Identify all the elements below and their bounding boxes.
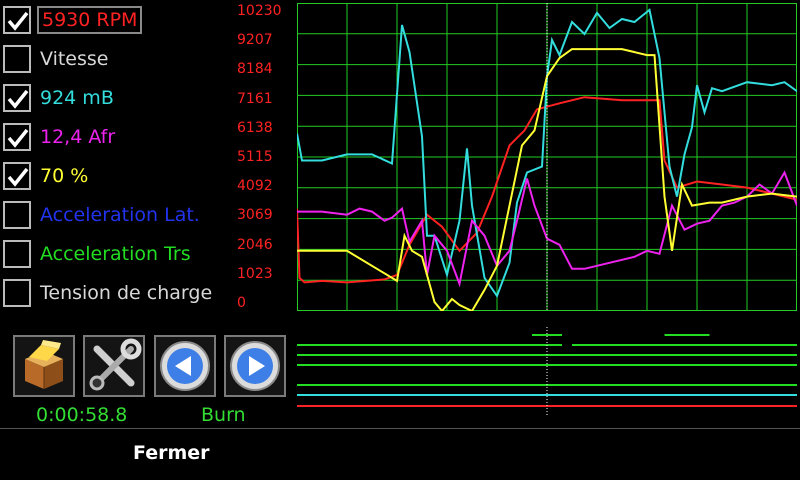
channel-row-pressure[interactable]: 924 mB bbox=[3, 82, 233, 114]
y-tick: 9207 bbox=[237, 32, 273, 49]
pressure-label: 924 mB bbox=[40, 87, 114, 109]
y-tick: 6138 bbox=[237, 119, 273, 136]
channel-row-afr[interactable]: 12,4 Afr bbox=[3, 121, 233, 153]
y-tick: 3069 bbox=[237, 207, 273, 224]
throttle-checkbox[interactable] bbox=[3, 162, 31, 190]
package-button[interactable] bbox=[13, 335, 75, 397]
channel-row-accel-lat[interactable]: Acceleration Lat. bbox=[3, 199, 233, 231]
y-tick: 10230 bbox=[237, 3, 282, 19]
close-label: Fermer bbox=[133, 442, 210, 464]
y-tick: 8184 bbox=[237, 61, 273, 78]
accel-lat-checkbox[interactable] bbox=[3, 201, 31, 229]
afr-checkbox[interactable] bbox=[3, 123, 31, 151]
y-tick: 4092 bbox=[237, 178, 273, 195]
data-chart[interactable] bbox=[297, 3, 797, 311]
elapsed-time: 0:00:58.8 bbox=[36, 404, 128, 426]
channel-row-accel-trs[interactable]: Acceleration Trs bbox=[3, 238, 233, 270]
package-icon bbox=[25, 340, 63, 389]
y-tick: 7161 bbox=[237, 90, 273, 107]
tension-label: Tension de charge bbox=[40, 282, 213, 304]
accel-trs-label: Acceleration Trs bbox=[40, 243, 191, 265]
overview-tracks[interactable] bbox=[297, 327, 797, 417]
accel-lat-label: Acceleration Lat. bbox=[40, 204, 200, 226]
channel-row-rpm[interactable]: 5930 RPM bbox=[3, 4, 233, 36]
y-tick: 2046 bbox=[237, 236, 273, 253]
check-icon bbox=[7, 89, 29, 109]
tools-button[interactable] bbox=[83, 335, 145, 397]
previous-button[interactable] bbox=[154, 335, 216, 397]
check-icon bbox=[7, 128, 29, 148]
next-icon bbox=[230, 341, 280, 391]
vitesse-checkbox[interactable] bbox=[3, 45, 31, 73]
rpm-label: 5930 RPM bbox=[37, 6, 143, 34]
afr-label: 12,4 Afr bbox=[40, 126, 116, 148]
throttle-label: 70 % bbox=[40, 165, 89, 187]
mode-label: Burn bbox=[201, 404, 246, 426]
rpm-checkbox[interactable] bbox=[3, 6, 31, 34]
check-icon bbox=[7, 11, 29, 31]
check-icon bbox=[7, 167, 29, 187]
y-tick: 0 bbox=[237, 295, 246, 311]
next-button[interactable] bbox=[224, 335, 286, 397]
channel-row-throttle[interactable]: 70 % bbox=[3, 160, 233, 192]
previous-icon bbox=[160, 341, 210, 391]
accel-trs-checkbox[interactable] bbox=[3, 240, 31, 268]
y-tick: 1023 bbox=[237, 265, 273, 282]
y-tick: 5115 bbox=[237, 149, 273, 165]
channel-row-tension[interactable]: Tension de charge bbox=[3, 277, 233, 309]
close-button[interactable]: Fermer bbox=[0, 429, 340, 480]
tension-checkbox[interactable] bbox=[3, 279, 31, 307]
vitesse-label: Vitesse bbox=[40, 48, 109, 70]
channel-row-vitesse[interactable]: Vitesse bbox=[3, 43, 233, 75]
pressure-checkbox[interactable] bbox=[3, 84, 31, 112]
tools-icon bbox=[89, 338, 142, 391]
